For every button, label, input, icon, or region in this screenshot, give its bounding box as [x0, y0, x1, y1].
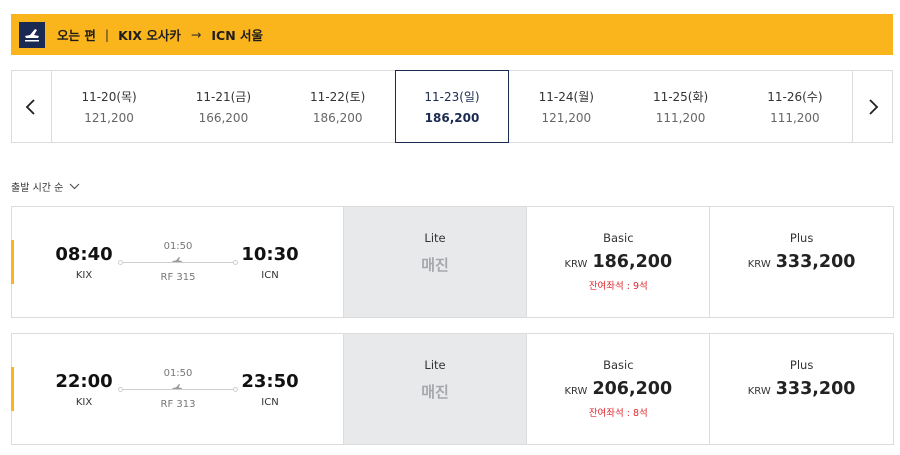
flight-info: 22:00 KIX 01:50 RF 313 23:50 ICN [12, 334, 343, 444]
price-amount: 333,200 [775, 379, 856, 399]
chevron-right-icon [868, 98, 878, 115]
destination-label: ICN 서울 [211, 28, 264, 43]
fare-name: Lite [424, 231, 446, 245]
date-label: 11-20(목) [81, 90, 137, 104]
date-price: 186,200 [312, 111, 363, 125]
date-tab[interactable]: 11-21(금) 166,200 [166, 71, 280, 142]
next-dates-button[interactable] [852, 71, 892, 142]
route-divider: | [104, 27, 110, 42]
departure-time: 08:40 [55, 244, 113, 265]
route-header: 오는 편 | KIX 오사카 → ICN 서울 [11, 14, 893, 55]
chevron-down-icon [69, 183, 80, 190]
currency-label: KRW [564, 259, 588, 270]
date-price: 111,200 [655, 111, 706, 125]
flight-row: 08:40 KIX 01:50 RF 315 10:30 ICN Lite 매진… [11, 206, 894, 318]
fare-name: Lite [424, 358, 446, 372]
plane-icon [172, 257, 182, 262]
date-selector: 11-20(목) 121,200 11-21(금) 166,200 11-22(… [11, 70, 893, 143]
arrow-right-icon: → [190, 27, 202, 42]
fare-price: KRW 186,200 [564, 252, 672, 272]
flight-duration: 01:50 [163, 368, 193, 379]
date-label: 11-25(화) [652, 90, 709, 104]
fare-price: KRW 206,200 [564, 379, 672, 399]
arrival-airport: ICN [261, 397, 279, 408]
currency-label: KRW [747, 386, 771, 397]
fare-price: KRW 333,200 [748, 379, 856, 399]
date-label: 11-24(월) [538, 90, 594, 104]
date-tab[interactable]: 11-24(월) 121,200 [509, 71, 623, 142]
flight-duration: 01:50 [163, 241, 193, 252]
arrival-time: 10:30 [241, 244, 299, 265]
remaining-seats: 잔여좌석 : 8석 [588, 408, 648, 419]
price-amount: 333,200 [775, 252, 856, 272]
fare-name: Plus [789, 358, 814, 372]
date-price: 121,200 [541, 111, 592, 125]
departure-airport: KIX [75, 270, 93, 281]
fare-name: Basic [603, 231, 634, 245]
fare-lite: Lite 매진 [342, 207, 527, 317]
sort-dropdown[interactable]: 출발 시간 순 [11, 179, 80, 194]
route-start-dot [118, 260, 123, 265]
sort-label: 출발 시간 순 [11, 183, 64, 194]
origin-label: KIX 오사카 [118, 28, 181, 43]
departure-airport: KIX [75, 397, 93, 408]
date-label: 11-22(토) [310, 90, 366, 104]
departure-time: 22:00 [55, 371, 113, 392]
flight-number: RF 315 [160, 272, 196, 283]
date-tab-selected[interactable]: 11-23(일) 186,200 [394, 70, 510, 143]
direction-label: 오는 편 [57, 28, 96, 43]
arrival-time: 23:50 [241, 371, 299, 392]
sold-out-label: 매진 [421, 256, 449, 274]
date-price: 121,200 [84, 111, 134, 125]
date-label: 11-26(수) [767, 90, 823, 104]
fare-basic[interactable]: Basic KRW 206,200 잔여좌석 : 8석 [526, 334, 709, 444]
fare-price: KRW 333,200 [748, 252, 856, 272]
price-amount: 206,200 [592, 379, 673, 399]
date-tab[interactable]: 11-20(목) 121,200 [52, 71, 166, 142]
fare-plus[interactable]: Plus KRW 333,200 [709, 207, 893, 317]
sold-out-label: 매진 [421, 383, 449, 401]
currency-label: KRW [747, 259, 771, 270]
date-tab[interactable]: 11-25(화) 111,200 [623, 71, 737, 142]
fare-basic[interactable]: Basic KRW 186,200 잔여좌석 : 9석 [526, 207, 709, 317]
fare-lite: Lite 매진 [342, 334, 527, 444]
date-tab[interactable]: 11-22(토) 186,200 [281, 71, 395, 142]
date-price: 166,200 [198, 111, 249, 125]
flight-number: RF 313 [160, 399, 196, 410]
prev-dates-button[interactable] [12, 71, 52, 142]
remaining-seats: 잔여좌석 : 9석 [588, 281, 648, 292]
plane-icon [172, 384, 182, 389]
date-price: 111,200 [770, 111, 820, 125]
chevron-left-icon [26, 98, 36, 115]
currency-label: KRW [564, 386, 588, 397]
date-label: 11-23(일) [424, 90, 480, 104]
flight-row: 22:00 KIX 01:50 RF 313 23:50 ICN Lite 매진… [11, 333, 894, 445]
plane-landing-icon [19, 21, 45, 48]
fare-name: Plus [789, 231, 814, 245]
route-start-dot [118, 387, 123, 392]
date-price: 186,200 [424, 111, 480, 125]
price-amount: 186,200 [592, 252, 673, 272]
flight-info: 08:40 KIX 01:50 RF 315 10:30 ICN [12, 207, 343, 317]
fare-name: Basic [603, 358, 634, 372]
fare-plus[interactable]: Plus KRW 333,200 [709, 334, 893, 444]
date-tab[interactable]: 11-26(수) 111,200 [738, 71, 852, 142]
date-label: 11-21(금) [195, 90, 252, 104]
arrival-airport: ICN [261, 270, 279, 281]
